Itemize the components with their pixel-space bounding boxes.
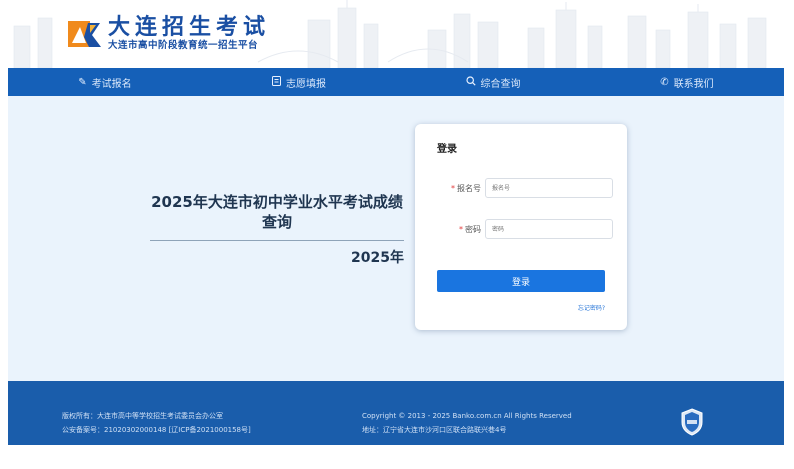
page-bottom-margin xyxy=(8,445,784,469)
exam-title-block: 2025年大连市初中学业水平考试成绩查询 2025年 xyxy=(150,192,404,267)
logo-title: 大连招生考试 xyxy=(108,15,271,40)
nav-item-query[interactable]: 综合查询 xyxy=(396,68,590,96)
document-icon xyxy=(272,75,281,89)
footer-middle: Copyright © 2013 - 2025 Banko.com.cn All… xyxy=(362,409,572,437)
forgot-password-link[interactable]: 忘记密码? xyxy=(578,303,605,312)
login-title: 登录 xyxy=(437,144,457,155)
nav-item-label: 综合查询 xyxy=(480,78,521,90)
page-frame: 大连招生考试 大连市高中阶段教育统一招生平台 ✎ 考试报名 志愿填报 综合查询 … xyxy=(8,0,784,469)
nav-item-application[interactable]: 志愿填报 xyxy=(202,68,396,96)
footer-left: 版权所有：大连市高中等学校招生考试委员会办公室 公安备案号：2102030200… xyxy=(62,409,251,437)
page-title: 2025年大连市初中学业水平考试成绩查询 xyxy=(151,193,403,231)
site-footer: 版权所有：大连市高中等学校招生考试委员会办公室 公安备案号：2102030200… xyxy=(8,381,784,445)
logo-emblem-icon xyxy=(68,21,101,47)
registration-number-label: * 报名号 xyxy=(451,183,481,193)
login-button[interactable]: 登录 xyxy=(437,270,605,292)
nav-item-label: 考试报名 xyxy=(91,78,132,90)
phone-icon: ✆ xyxy=(660,76,669,88)
copyright-owner: 版权所有：大连市高中等学校招生考试委员会办公室 xyxy=(62,412,223,420)
nav-item-contact[interactable]: ✆ 联系我们 xyxy=(590,68,784,96)
address-text: 地址：辽宁省大连市沙河口区联合路联兴巷4号 xyxy=(362,426,507,434)
registration-number-input[interactable] xyxy=(485,178,613,198)
site-logo[interactable]: 大连招生考试 大连市高中阶段教育统一招生平台 xyxy=(68,16,270,52)
nav-item-exam-registration[interactable]: ✎ 考试报名 xyxy=(8,68,202,96)
password-row: * 密码 xyxy=(437,219,613,239)
main-nav: ✎ 考试报名 志愿填报 综合查询 ✆ 联系我们 xyxy=(8,68,784,96)
nav-item-label: 联系我们 xyxy=(673,78,714,90)
main-content: 2025年大连市初中学业水平考试成绩查询 2025年 登录 *报名号 *密码 登… xyxy=(8,96,784,381)
exam-year: 2025年 xyxy=(351,250,404,266)
login-panel: 登录 *报名号 *密码 登录 忘记密码? xyxy=(415,124,627,330)
copyright-text: Copyright © 2013 - 2025 Banko.com.cn All… xyxy=(362,412,572,420)
search-icon xyxy=(465,75,476,89)
title-divider xyxy=(150,240,404,241)
nav-item-label: 志愿填报 xyxy=(286,78,326,90)
password-input[interactable] xyxy=(485,219,613,239)
registration-number-row: * 报名号 xyxy=(437,178,613,198)
pencil-icon: ✎ xyxy=(78,76,87,88)
police-record[interactable]: 公安备案号：21020302000148 [辽ICP备2021000158号] xyxy=(62,423,251,437)
password-label: * 密码 xyxy=(459,224,481,234)
police-badge-icon[interactable] xyxy=(680,408,704,436)
site-header: 大连招生考试 大连市高中阶段教育统一招生平台 xyxy=(8,0,784,68)
logo-subtitle: 大连市高中阶段教育统一招生平台 xyxy=(108,40,259,51)
